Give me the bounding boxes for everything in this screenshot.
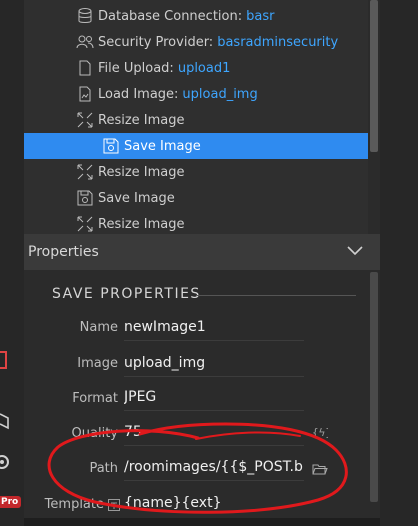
- tree-item-label: Security Provider:: [98, 34, 214, 50]
- path-field[interactable]: /roomimages/{{$_POST.bid: [124, 454, 304, 481]
- tree-item-resize-image[interactable]: Resize Image: [76, 159, 344, 185]
- image-file-icon: [76, 85, 94, 103]
- status-bar: [24, 518, 380, 526]
- save-icon: [76, 189, 94, 207]
- folder-open-icon[interactable]: [312, 461, 328, 477]
- tree-item-value: basradminsecurity: [217, 34, 339, 50]
- tree-item-database-connection[interactable]: Database Connection: basr: [76, 3, 344, 29]
- tree-scrollbar-thumb[interactable]: [370, 0, 378, 152]
- properties-panel-header[interactable]: Properties: [24, 234, 380, 270]
- right-edge-bar: [380, 0, 418, 526]
- chevron-down-icon[interactable]: [346, 242, 364, 260]
- format-select[interactable]: JPEG: [124, 384, 304, 411]
- properties-title: Properties: [28, 244, 99, 260]
- tree-item-save-image[interactable]: Save Image: [76, 185, 344, 211]
- properties-panel: SAVE PROPERTIES Name newImage1 Image upl…: [24, 270, 368, 526]
- tree-item-label: Load Image:: [98, 86, 179, 102]
- tree-item-label: Database Connection:: [98, 8, 243, 24]
- tree-item-security-provider[interactable]: Security Provider: basradminsecurity: [76, 29, 344, 55]
- path-label: Path: [89, 461, 118, 476]
- format-label: Format: [72, 391, 118, 406]
- name-label: Name: [79, 320, 118, 335]
- file-icon[interactable]: [0, 350, 14, 370]
- tree-scrollbar[interactable]: [368, 0, 380, 234]
- resize-icon: [76, 163, 94, 181]
- tree-item-value: upload1: [177, 60, 231, 76]
- tree-item-value: basr: [246, 8, 275, 24]
- tree-item-label: Save Image: [98, 190, 175, 206]
- properties-scrollbar-thumb[interactable]: [370, 272, 378, 502]
- save-icon: [102, 137, 120, 155]
- template-info-icon: [108, 499, 120, 511]
- image-field[interactable]: upload_img: [124, 350, 304, 377]
- cube-icon[interactable]: [0, 410, 14, 430]
- name-field[interactable]: newImage1: [124, 314, 304, 341]
- tree-item-value: upload_img: [182, 86, 258, 102]
- users-icon: [76, 33, 94, 51]
- pro-badge: Pro: [0, 496, 22, 508]
- section-divider: [196, 295, 356, 296]
- tree-item-label: Resize Image: [98, 112, 185, 128]
- database-icon: [76, 7, 94, 25]
- template-field[interactable]: {name}{ext}: [124, 490, 304, 516]
- file-icon: [76, 59, 94, 77]
- tree-item-label: Resize Image: [98, 216, 185, 232]
- tree-item-save-image-selected[interactable]: Save Image: [24, 133, 368, 159]
- resize-icon: [76, 111, 94, 129]
- quality-field[interactable]: 75: [124, 419, 304, 446]
- dynamic-data-icon[interactable]: {ϟ}: [312, 424, 328, 440]
- resize-icon: [76, 215, 94, 233]
- tree-item-label: Resize Image: [98, 164, 185, 180]
- section-title: SAVE PROPERTIES: [52, 286, 201, 302]
- tree-item-load-image[interactable]: Load Image: upload_img: [76, 81, 344, 107]
- image-label: Image: [77, 356, 118, 371]
- tree-item-resize-image[interactable]: Resize Image: [76, 107, 344, 133]
- left-activity-bar: Pro: [0, 0, 24, 526]
- tree-item-label: File Upload:: [98, 60, 174, 76]
- tree-item-label: Save Image: [124, 138, 201, 154]
- template-label: Template: [44, 497, 104, 512]
- gear-icon[interactable]: [0, 452, 14, 472]
- quality-label: Quality: [71, 426, 118, 441]
- tree-item-file-upload[interactable]: File Upload: upload1: [76, 55, 344, 81]
- svg-text:{ϟ}: {ϟ}: [312, 426, 328, 439]
- properties-scrollbar[interactable]: [368, 270, 380, 526]
